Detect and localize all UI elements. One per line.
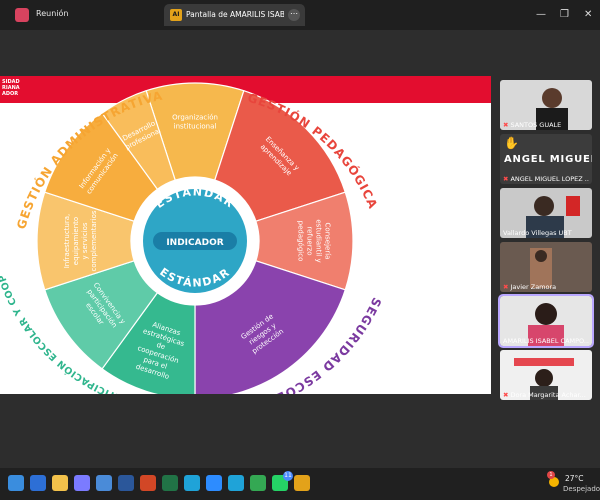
zoom-icon[interactable] [206,475,222,491]
participant-name: ✖ Dora Margarita Achar... [503,391,589,399]
participant-tile[interactable]: Vallardo Villegas UBT [500,188,592,238]
segment-label-line: equipamiento [72,217,80,265]
copilot-icon[interactable] [74,475,90,491]
segment-label-line: Consejería [324,223,332,260]
meeting-app-icon [15,8,29,22]
participant-tile[interactable]: ✋ ANGEL MIGUEL... ✖ANGEL MIGUEL LOPEZ ..… [500,134,592,184]
screen-share-tab[interactable]: AI Pantalla de AMARILIS ISABEL CAM ⋯ [164,4,305,26]
file-explorer-icon[interactable] [52,475,68,491]
segment-label-line: y servicios [81,222,89,259]
participant-name-text: Dora Margarita Achar... [510,391,586,399]
standards-wheel: Organización institucionalEnseñanza yapre… [0,76,383,394]
powerpoint-icon[interactable] [140,475,156,491]
chrome-icon[interactable] [250,475,266,491]
participant-tile-active[interactable]: AMARILIS ISABEL CAMPO... [498,294,594,348]
store-icon[interactable] [96,475,112,491]
participant-tile[interactable]: ✖ Dora Margarita Achar... [500,350,592,400]
shared-slide: SIDAD RIANA ADOR Organización institucion… [0,76,491,394]
weather-temperature: 27°C [565,474,584,483]
participant-name-text: AMARILIS ISABEL CAMPO... [503,337,589,345]
screen-share-title: Pantalla de AMARILIS ISABEL CAM [186,10,284,19]
segment-label-line: pedagógico [297,221,305,262]
mic-off-icon: ✖ [503,391,509,399]
participant-name-text: ANGEL MIGUEL LOPEZ ... [510,175,589,183]
edge-icon[interactable] [184,475,200,491]
maximize-button[interactable]: ❐ [560,9,569,20]
notification-badge: 11 [283,471,293,481]
close-button[interactable]: ✕ [584,9,592,20]
word-icon[interactable] [118,475,134,491]
participant-name-text: Vallardo Villegas UBT [503,229,572,237]
segment-label-line: Organización [172,114,218,122]
windows-start-icon[interactable] [8,475,24,491]
app-title: Reunión [36,9,69,18]
excel-icon[interactable] [162,475,178,491]
participant-tile[interactable]: ✖ Javier Zamora [500,242,592,292]
weather-widget[interactable]: 1 27°C Despejado [547,471,600,496]
mic-off-icon: ✖ [503,175,509,183]
segment-label-line: estudiantil y [315,219,323,262]
weather-alert-badge: 1 [547,471,555,479]
participant-name-text: SANTOS GUALE [510,121,562,129]
participants-panel: ✖SANTOS GUALE ✋ ANGEL MIGUEL... ✖ANGEL M… [498,78,594,400]
edge-icon[interactable] [228,475,244,491]
segment-label: Organización institucional [172,114,218,131]
participant-name: ✖ Javier Zamora [503,283,589,291]
title-bar: Reunión AI Pantalla de AMARILIS ISABEL C… [0,0,600,30]
more-icon[interactable]: ⋯ [288,9,300,21]
segment-label-line: institucional [174,123,217,131]
search-icon[interactable] [30,475,46,491]
mic-off-icon: ✖ [503,283,509,291]
presenter-badge: AI [170,9,182,21]
participant-name: ✖ ANGEL MIGUEL LOPEZ ... [503,175,589,183]
segment-label-line: complementarios [90,210,98,271]
whatsapp-icon[interactable]: 11 [272,471,293,491]
participant-name: ✖ SANTOS GUALE [503,121,589,129]
taskbar: 11 1 27°C Despejado [0,468,600,500]
participant-name: AMARILIS ISABEL CAMPO... [503,337,589,345]
center-label: INDICADOR [166,238,223,248]
weather-condition: Despejado [563,485,600,493]
raised-hand-icon: ✋ [504,136,519,150]
participant-name: Vallardo Villegas UBT [503,229,589,237]
minimize-button[interactable]: — [536,9,546,20]
mic-off-icon: ✖ [503,121,509,129]
participant-display-name: ANGEL MIGUEL... [504,154,592,165]
folder-icon[interactable] [294,475,310,491]
segment-label-line: refuerzo [306,226,314,255]
segment-label-line: Infraestructura, [63,214,71,269]
participant-name-text: Javier Zamora [510,283,557,291]
participant-tile[interactable]: ✖ SANTOS GUALE [500,80,592,130]
